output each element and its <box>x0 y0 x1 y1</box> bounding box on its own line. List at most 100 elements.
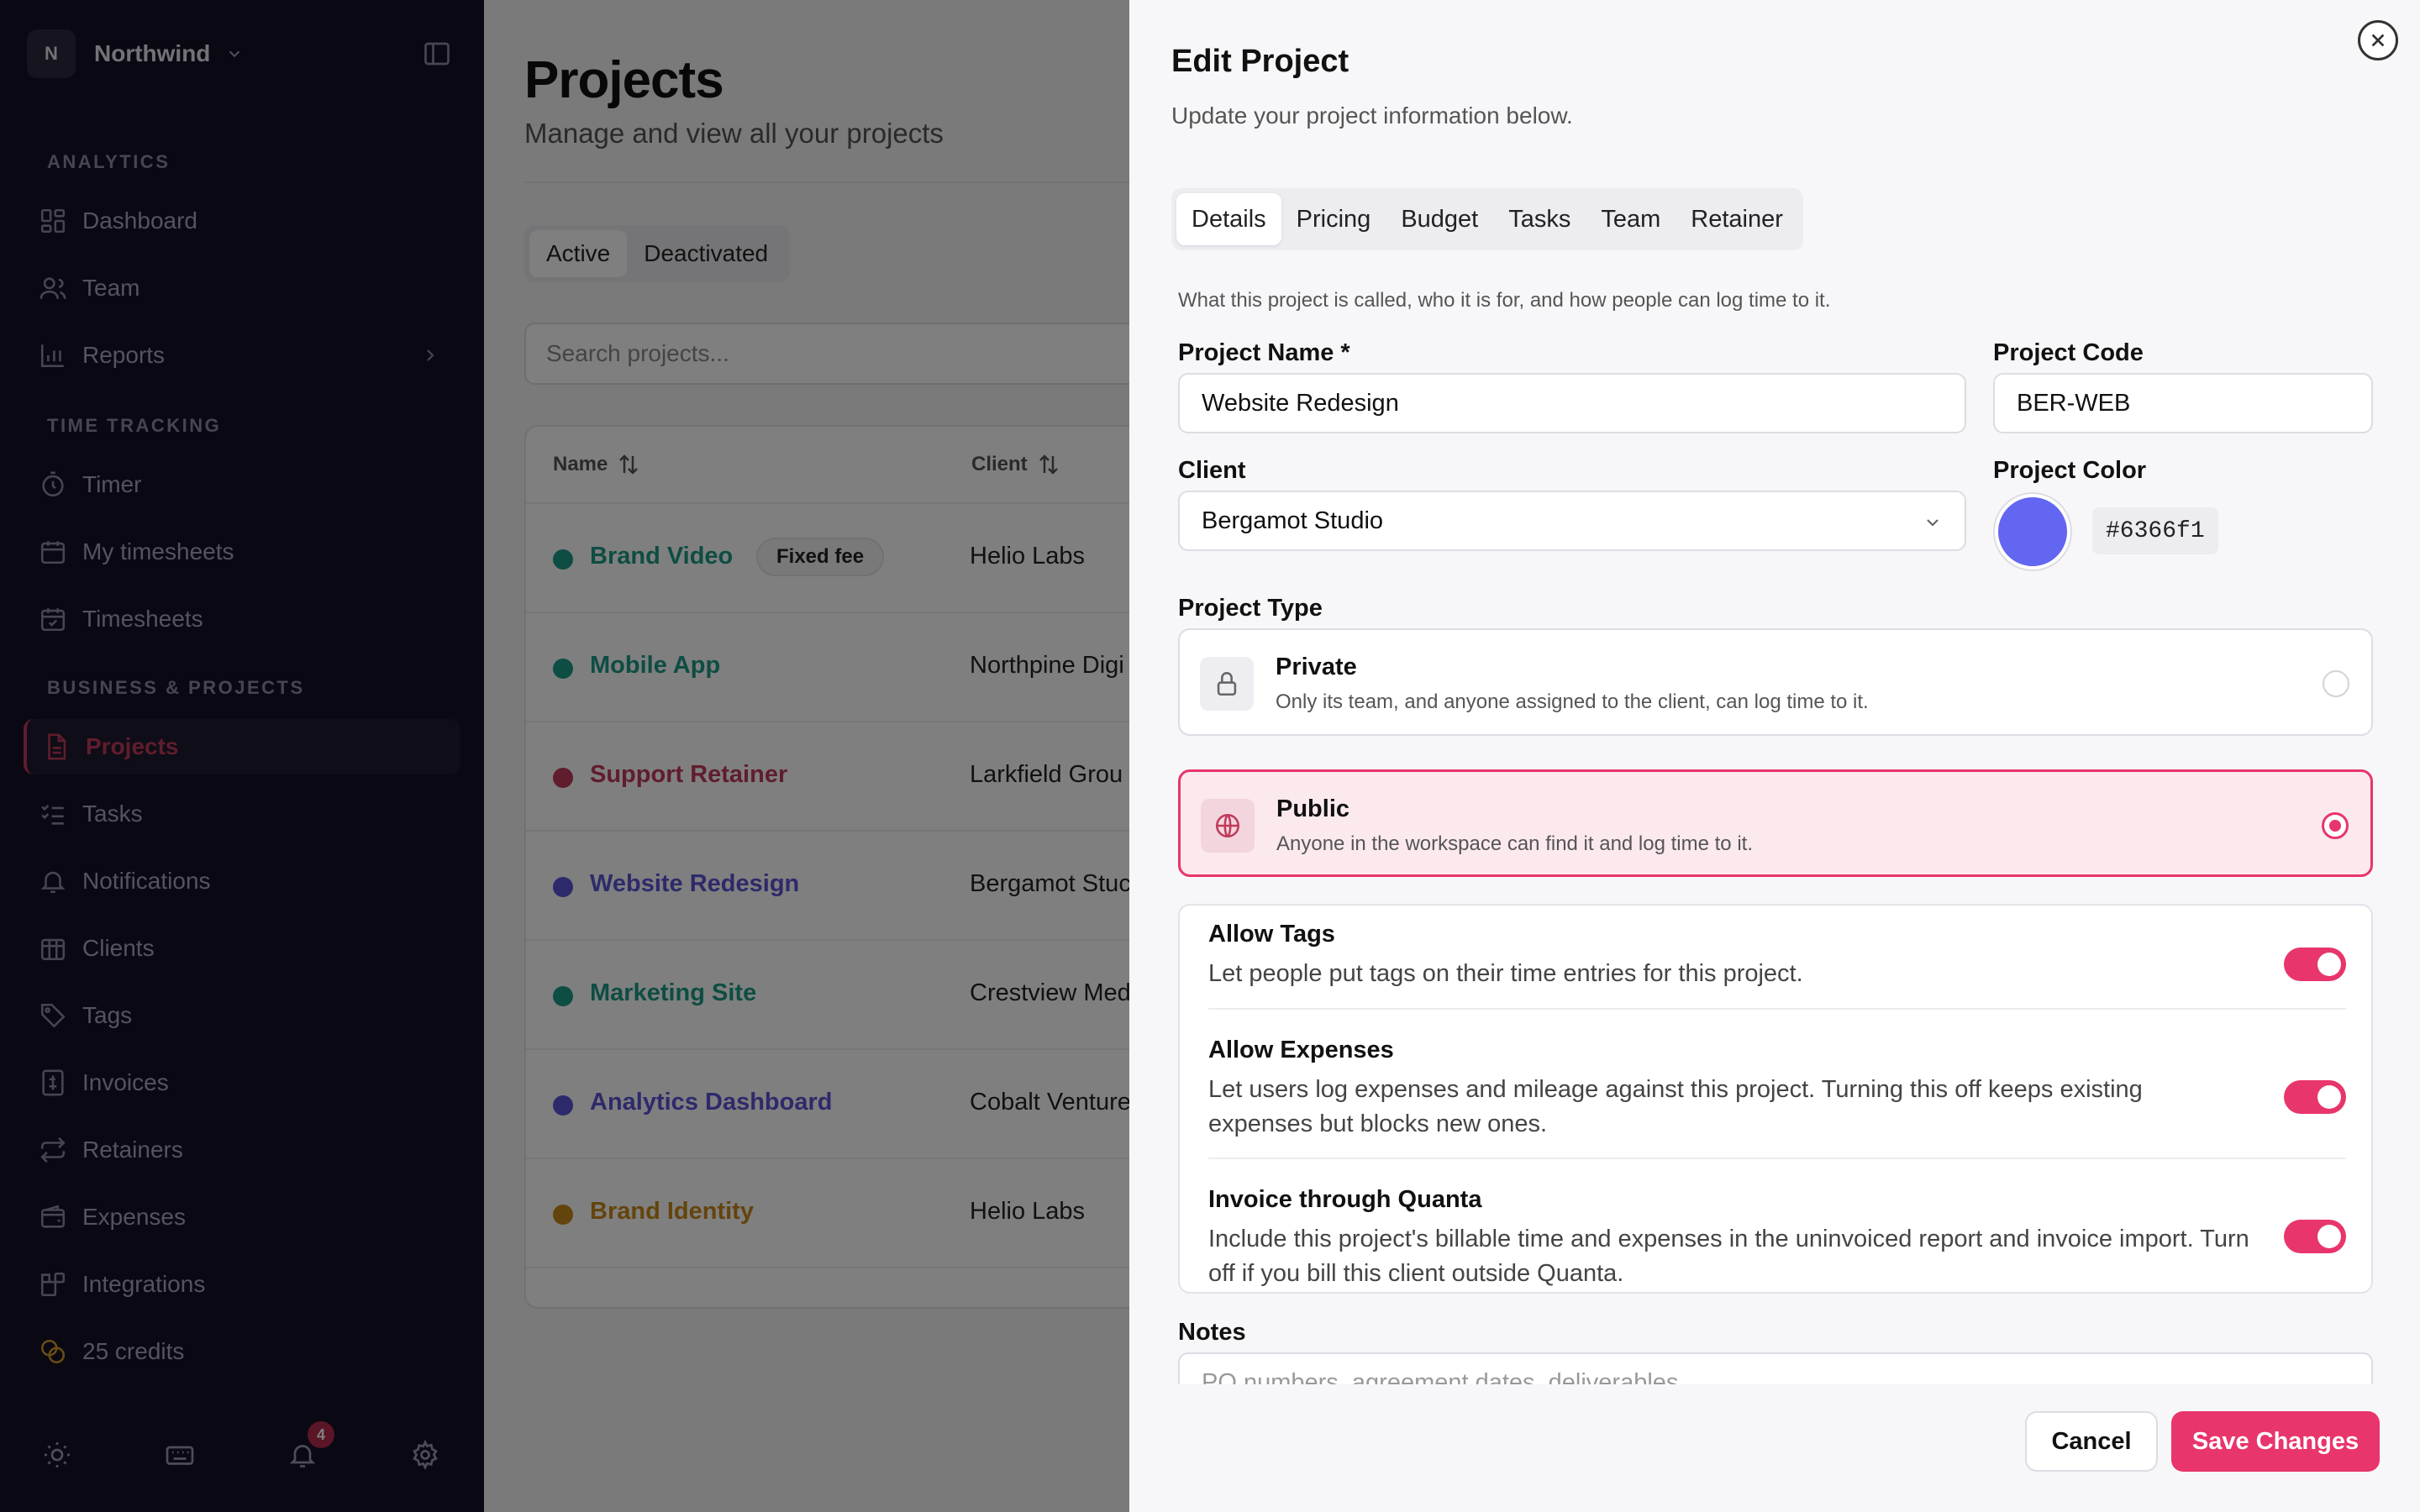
toggle-description: Let users log expenses and mileage again… <box>1208 1076 2143 1137</box>
sidebar-item-expenses[interactable]: Expenses <box>24 1189 460 1245</box>
sidebar-item-reports[interactable]: Reports <box>24 328 460 383</box>
sidebar-item-label: Expenses <box>82 1204 186 1230</box>
tab-team[interactable]: Team <box>1586 193 1676 245</box>
cancel-button[interactable]: Cancel <box>2025 1411 2158 1472</box>
tab-deactivated[interactable]: Deactivated <box>627 230 785 277</box>
users-icon <box>24 274 82 302</box>
sidebar-item-timesheets[interactable]: Timesheets <box>24 591 460 647</box>
page-title: Projects <box>524 51 724 109</box>
sort-icon <box>1039 454 1058 475</box>
project-name[interactable]: Mobile App <box>590 652 720 680</box>
project-color-dot <box>553 1205 573 1225</box>
project-code-input[interactable]: BER-WEB <box>1993 373 2373 433</box>
project-name[interactable]: Marketing Site <box>590 979 756 1007</box>
sidebar-item-my-timesheets[interactable]: My timesheets <box>24 524 460 580</box>
save-changes-button[interactable]: Save Changes <box>2171 1411 2380 1472</box>
sidebar-item-tags[interactable]: Tags <box>24 988 460 1043</box>
project-name[interactable]: Website Redesign <box>590 870 799 898</box>
pricing-badge: Fixed fee <box>756 538 885 576</box>
client-select[interactable]: Bergamot Studio <box>1178 491 1966 551</box>
tab-budget[interactable]: Budget <box>1386 193 1493 245</box>
notification-count-badge: 4 <box>308 1421 334 1448</box>
sidebar-item-label: Team <box>82 275 140 301</box>
option-title: Private <box>1276 654 1357 680</box>
puzzle-icon <box>24 1270 82 1299</box>
sidebar-item-invoices[interactable]: Invoices <box>24 1055 460 1110</box>
building-icon <box>24 934 82 963</box>
drawer-subtitle: Update your project information below. <box>1171 102 1573 129</box>
sidebar-item-clients[interactable]: Clients <box>24 921 460 976</box>
project-color-dot <box>553 549 573 570</box>
sidebar-item-label: Reports <box>82 342 166 368</box>
sidebar-item-team[interactable]: Team <box>24 260 460 316</box>
sidebar-item-tasks[interactable]: Tasks <box>24 786 460 842</box>
sidebar-item-timer[interactable]: Timer <box>24 457 460 512</box>
allow-tags-toggle[interactable] <box>2284 948 2346 981</box>
tab-details[interactable]: Details <box>1176 193 1281 245</box>
project-color-dot <box>553 768 573 788</box>
invoice-through-quanta-toggle[interactable] <box>2284 1220 2346 1253</box>
chevron-down-icon <box>1927 519 1939 527</box>
divider <box>1208 1158 2346 1159</box>
stopwatch-icon <box>24 470 82 499</box>
color-swatch[interactable] <box>1995 494 2070 570</box>
sidebar-item-integrations[interactable]: Integrations <box>24 1257 460 1312</box>
project-name[interactable]: Analytics Dashboard <box>590 1089 832 1116</box>
sidebar-item-label: Timer <box>82 471 142 497</box>
globe-icon <box>1201 799 1255 853</box>
project-color-dot <box>553 986 573 1006</box>
toggle-description: Let people put tags on their time entrie… <box>1208 960 1803 987</box>
tab-pricing[interactable]: Pricing <box>1281 193 1386 245</box>
project-client: Northpine Digi <box>970 652 1124 679</box>
tab-retainer[interactable]: Retainer <box>1676 193 1798 245</box>
sidebar-item-retainers[interactable]: Retainers <box>24 1122 460 1178</box>
divider <box>1208 1008 2346 1010</box>
sidebar-footer: 4 <box>0 1421 484 1482</box>
project-color-dot <box>553 659 573 679</box>
project-type-public-option[interactable]: Public Anyone in the workspace can find … <box>1178 769 2373 877</box>
column-header-client[interactable]: Client <box>971 452 1061 477</box>
repeat-icon <box>24 1136 82 1164</box>
toggle-row-allow-tags: Allow Tags Let people put tags on their … <box>1208 921 2346 991</box>
project-name-input[interactable]: Website Redesign <box>1178 373 1966 433</box>
chart-icon <box>24 341 82 370</box>
option-description: Anyone in the workspace can find it and … <box>1276 832 1753 855</box>
project-name[interactable]: Brand Identity <box>590 1198 754 1226</box>
color-hex-value[interactable]: #6366f1 <box>2092 507 2218 554</box>
tab-active[interactable]: Active <box>529 230 628 277</box>
project-name[interactable]: Brand Video <box>590 543 733 570</box>
sidebar-item-credits[interactable]: 25 credits <box>24 1324 460 1379</box>
tab-tasks[interactable]: Tasks <box>1493 193 1586 245</box>
column-header-label: Client <box>971 453 1028 475</box>
sidebar-item-dashboard[interactable]: Dashboard <box>24 193 460 249</box>
column-header-name[interactable]: Name <box>553 452 641 477</box>
workspace-name: Northwind <box>94 40 211 66</box>
radio-button[interactable] <box>2323 670 2349 697</box>
dashboard-icon <box>24 207 82 235</box>
sidebar-item-label: Clients <box>82 935 155 961</box>
allow-expenses-toggle[interactable] <box>2284 1080 2346 1114</box>
sidebar-item-label: My timesheets <box>82 538 234 564</box>
project-name[interactable]: Support Retainer <box>590 761 787 789</box>
sidebar-toggle-icon[interactable] <box>422 39 452 69</box>
sidebar-item-notifications[interactable]: Notifications <box>24 853 460 909</box>
gear-icon[interactable] <box>410 1440 440 1470</box>
close-button[interactable] <box>2358 20 2398 60</box>
radio-button[interactable] <box>2322 812 2349 839</box>
project-color-dot <box>553 1095 573 1116</box>
sidebar-item-label: Tasks <box>82 801 143 827</box>
sidebar-item-projects[interactable]: Projects <box>24 719 460 774</box>
sidebar-item-label: Invoices <box>82 1069 169 1095</box>
close-icon <box>2371 34 2385 47</box>
coins-icon <box>24 1337 82 1366</box>
sun-icon[interactable] <box>42 1440 72 1470</box>
project-type-private-option[interactable]: Private Only its team, and anyone assign… <box>1178 628 2373 736</box>
keyboard-icon[interactable] <box>165 1440 195 1470</box>
project-color-label: Project Color <box>1993 457 2147 484</box>
notes-textarea[interactable]: PO numbers, agreement dates, deliverable… <box>1178 1352 2373 1386</box>
project-client: Crestview Med <box>970 979 1131 1006</box>
workspace-switcher[interactable]: N Northwind <box>27 29 244 78</box>
sort-icon <box>619 454 639 475</box>
toggle-row-allow-expenses: Allow Expenses Let users log expenses an… <box>1208 1037 2346 1142</box>
notes-label: Notes <box>1178 1319 1246 1346</box>
